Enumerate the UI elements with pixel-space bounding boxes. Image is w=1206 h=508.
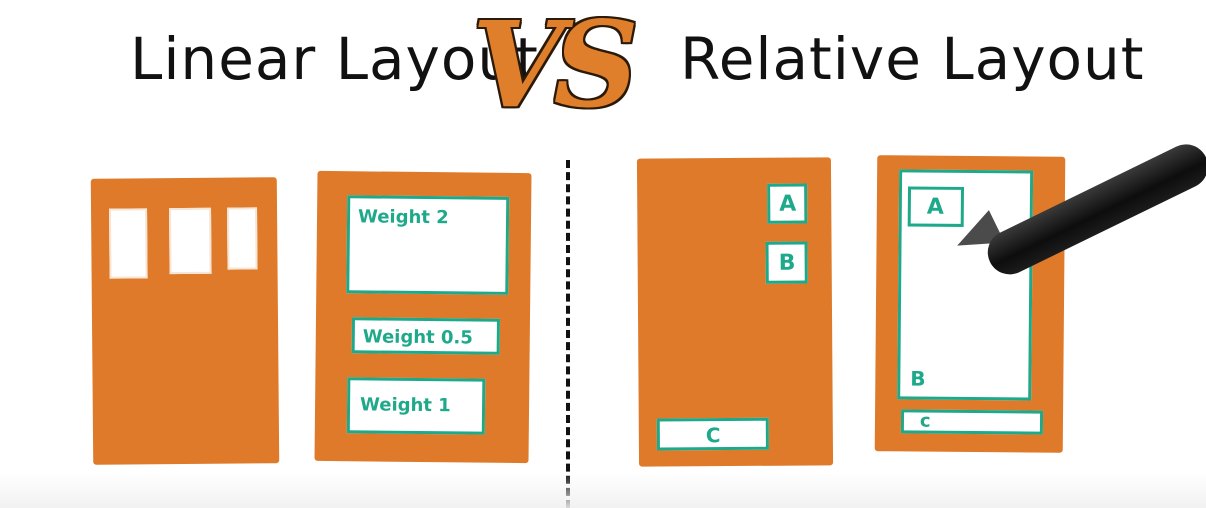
linear-layout-horizontal-panel: [90, 177, 280, 465]
vs-badge: VS: [472, 0, 639, 134]
relative-layout-aligned-panel: A B C: [636, 157, 834, 467]
linear-child-2: [169, 207, 212, 275]
relative-fill-c-box: c: [900, 409, 1044, 435]
relative-a-box: A: [767, 183, 808, 224]
relative-b-label: B: [778, 250, 796, 276]
weight-1-label: Weight 1: [359, 394, 451, 417]
relative-layout-fill-panel: A B c: [874, 155, 1066, 453]
weight-1-box: Weight 1: [346, 377, 486, 435]
relative-b-box: B: [765, 241, 808, 284]
linear-layout-weighted-panel: Weight 2 Weight 0.5 Weight 1: [314, 170, 532, 464]
bottom-fade: [0, 472, 1206, 508]
relative-c-label: C: [705, 423, 721, 448]
linear-child-3: [227, 207, 258, 270]
relative-a-label: A: [779, 191, 797, 217]
weight-0-5-label: Weight 0.5: [362, 326, 473, 349]
weight-2-label: Weight 2: [357, 206, 449, 229]
relative-c-box: C: [656, 417, 769, 451]
linear-child-1: [109, 208, 148, 279]
title-relative-layout: Relative Layout: [680, 25, 1145, 93]
weight-0-5-box: Weight 0.5: [351, 317, 500, 355]
relative-b-fill-box: A B: [897, 169, 1034, 401]
relative-fill-b-label: B: [910, 366, 926, 391]
weight-2-box: Weight 2: [346, 195, 510, 295]
relative-fill-a-label: A: [926, 194, 944, 220]
relative-fill-c-label: c: [919, 410, 931, 432]
section-divider: [566, 160, 570, 508]
relative-fill-a-box: A: [907, 186, 965, 227]
